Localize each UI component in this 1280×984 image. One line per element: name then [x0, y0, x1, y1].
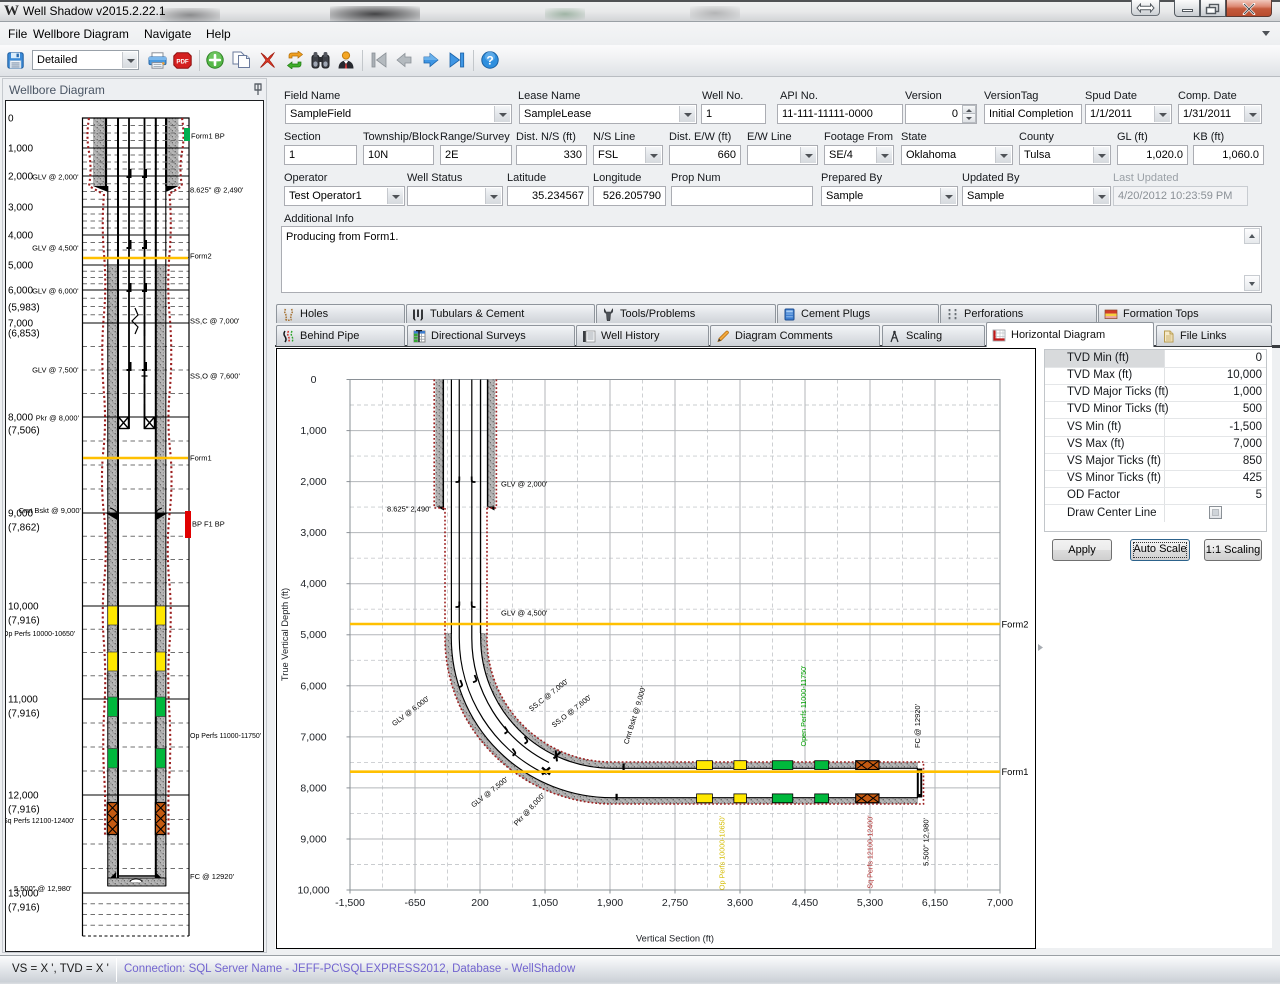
svg-text:(7,862): (7,862) [8, 523, 40, 534]
svg-text:8,000: 8,000 [300, 782, 326, 794]
svg-text:5,300: 5,300 [857, 897, 883, 909]
svg-text:Vertical Section (ft): Vertical Section (ft) [636, 934, 714, 944]
svg-text:9,000: 9,000 [300, 834, 326, 846]
svg-text:GLV @ 4,500': GLV @ 4,500' [32, 244, 79, 253]
svg-text:1,050: 1,050 [532, 897, 558, 909]
svg-text:6,000: 6,000 [8, 286, 33, 297]
svg-text:SS,O @ 7,600': SS,O @ 7,600' [550, 692, 594, 729]
svg-text:(6,853): (6,853) [8, 329, 40, 340]
svg-text:2,750: 2,750 [662, 897, 688, 909]
svg-text:GLV @ 4,500': GLV @ 4,500' [501, 609, 548, 618]
svg-text:6,150: 6,150 [922, 897, 948, 909]
svg-text:GLV @ 6,000': GLV @ 6,000' [390, 694, 431, 728]
svg-text:Form2: Form2 [190, 252, 212, 261]
svg-text:7,000: 7,000 [300, 731, 326, 743]
svg-text:5,000: 5,000 [300, 629, 326, 641]
svg-text:Form1: Form1 [190, 454, 212, 463]
svg-text:8,000: 8,000 [8, 413, 33, 424]
svg-text:SS,O @ 7,600': SS,O @ 7,600' [190, 372, 240, 381]
svg-text:5,000: 5,000 [8, 261, 33, 272]
svg-text:Open Perfs 11000-11750': Open Perfs 11000-11750' [799, 665, 808, 747]
svg-text:10,000: 10,000 [297, 885, 329, 897]
svg-text:7,000: 7,000 [987, 897, 1013, 909]
svg-text:SS,C @ 7,000': SS,C @ 7,000' [190, 317, 240, 326]
svg-text:2,000: 2,000 [8, 172, 33, 183]
svg-text:3,000: 3,000 [8, 203, 33, 214]
svg-text:5.500" 12,980': 5.500" 12,980' [922, 817, 931, 865]
svg-text:(5,983): (5,983) [8, 303, 40, 314]
svg-text:GLV @ 7,500': GLV @ 7,500' [32, 366, 79, 375]
svg-text:8.625" 2,490': 8.625" 2,490' [387, 505, 431, 514]
svg-text:4,450: 4,450 [792, 897, 818, 909]
svg-text:Op Perfs 11000-11750': Op Perfs 11000-11750' [190, 733, 261, 740]
svg-text:3,600: 3,600 [727, 897, 753, 909]
svg-text:3,000: 3,000 [300, 527, 326, 539]
svg-text:Pkr @ 8,000': Pkr @ 8,000' [36, 414, 80, 423]
svg-text:True Vertical Depth (ft): True Vertical Depth (ft) [280, 588, 290, 681]
svg-text:FC @ 12920': FC @ 12920' [190, 872, 235, 881]
svg-text:11,000: 11,000 [8, 695, 38, 706]
svg-text:FC @ 12920': FC @ 12920' [913, 703, 922, 748]
svg-text:GLV @ 6,000': GLV @ 6,000' [32, 287, 79, 296]
svg-text:Op Perfs 10000-10650': Op Perfs 10000-10650' [6, 631, 75, 638]
svg-text:8.625" @ 2,490': 8.625" @ 2,490' [190, 186, 244, 195]
svg-text:Cmt Bskt @ 9,000': Cmt Bskt @ 9,000' [622, 685, 648, 745]
svg-text:PDF: PDF [176, 59, 189, 66]
svg-text:(7,916): (7,916) [8, 903, 40, 914]
svg-text:SS,C @ 7,000': SS,C @ 7,000' [527, 677, 570, 714]
svg-text:Form2: Form2 [1002, 620, 1029, 630]
svg-text:BP F1 BP: BP F1 BP [192, 520, 225, 529]
svg-text:GLV @ 2,000': GLV @ 2,000' [32, 173, 79, 182]
svg-text:2,000: 2,000 [300, 476, 326, 488]
svg-text:-1,500: -1,500 [335, 897, 365, 909]
svg-text:6,000: 6,000 [300, 680, 326, 692]
svg-text:1,000: 1,000 [8, 144, 33, 155]
svg-text:-650: -650 [404, 897, 425, 909]
svg-text:Cmt Bskt @ 9,000': Cmt Bskt @ 9,000' [19, 506, 82, 515]
svg-text:(7,916): (7,916) [8, 805, 40, 816]
svg-text:Sq Perfs 12100-12400': Sq Perfs 12100-12400' [866, 815, 875, 889]
svg-text:0: 0 [8, 114, 14, 125]
svg-text:GLV @ 7,500': GLV @ 7,500' [469, 774, 510, 809]
svg-text:Sq Perfs 12100-12400': Sq Perfs 12100-12400' [6, 818, 74, 825]
svg-text:Form1: Form1 [1002, 767, 1029, 777]
svg-text:10,000: 10,000 [8, 602, 39, 613]
svg-text:(7,916): (7,916) [8, 616, 40, 627]
svg-text:200: 200 [471, 897, 489, 909]
svg-text:0: 0 [311, 374, 317, 386]
svg-text:1,900: 1,900 [597, 897, 623, 909]
svg-text:12,000: 12,000 [8, 791, 39, 802]
svg-text:?: ? [486, 54, 493, 68]
svg-text:5,500" @ 12,980': 5,500" @ 12,980' [14, 884, 72, 893]
svg-text:Op Perfs 10000-10650': Op Perfs 10000-10650' [718, 815, 727, 890]
svg-text:Form1 BP: Form1 BP [191, 132, 225, 141]
svg-text:4,000: 4,000 [8, 231, 33, 242]
svg-text:1,000: 1,000 [300, 425, 326, 437]
svg-text:4,000: 4,000 [300, 578, 326, 590]
svg-text:(7,916): (7,916) [8, 709, 40, 720]
svg-text:(7,506): (7,506) [8, 426, 40, 437]
svg-text:GLV @ 2,000': GLV @ 2,000' [501, 480, 548, 489]
svg-text:Pkr @ 8,000': Pkr @ 8,000' [512, 791, 547, 828]
